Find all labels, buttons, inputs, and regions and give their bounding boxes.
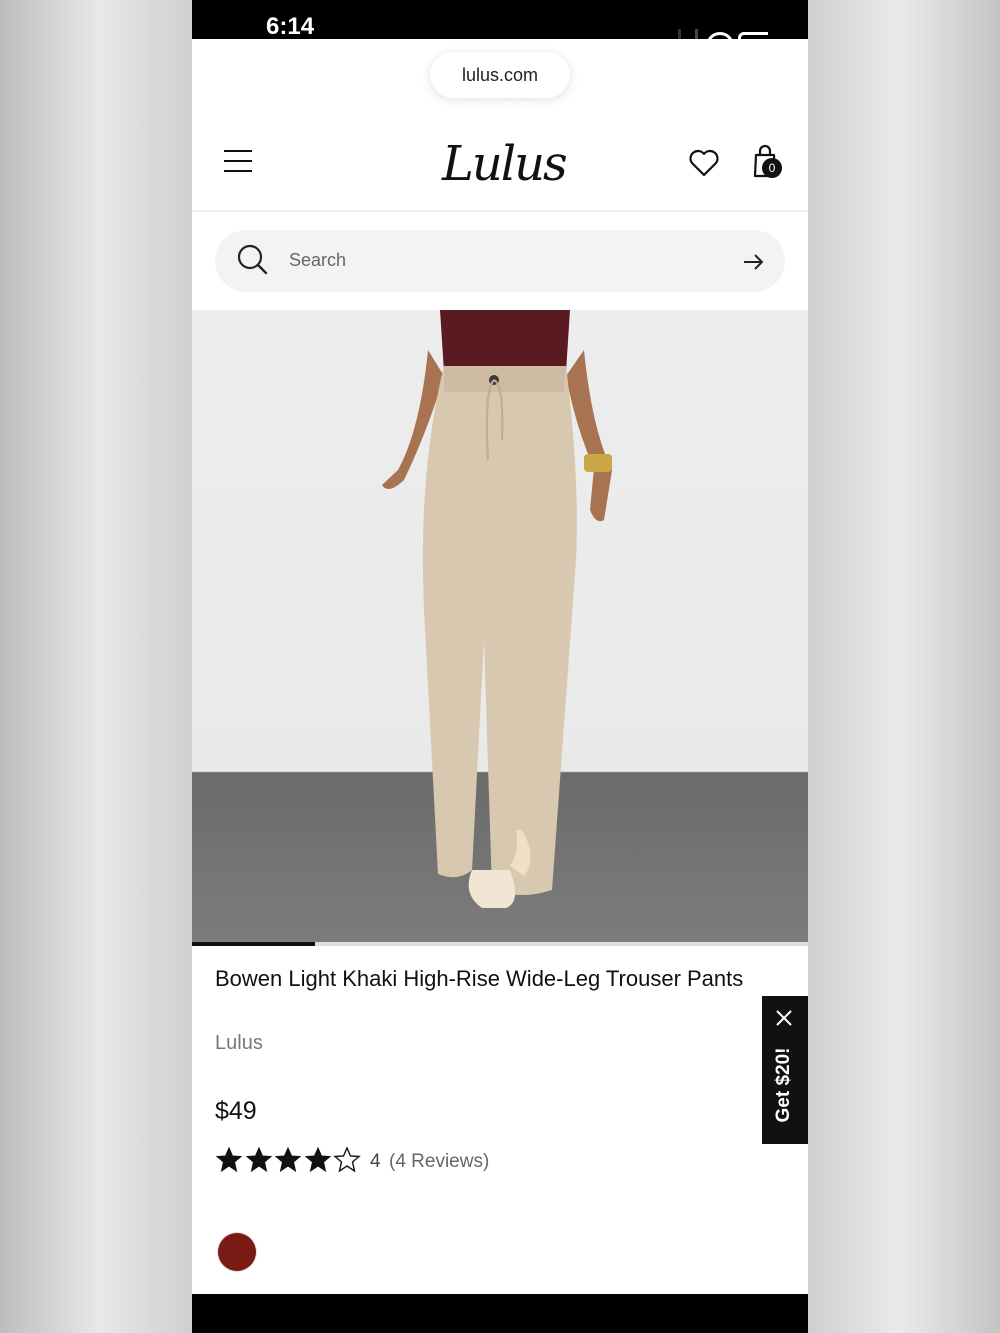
- arrow-right-icon[interactable]: [741, 250, 765, 274]
- search-icon: [237, 244, 268, 275]
- star-icon: [215, 1146, 243, 1173]
- carousel-progress-track: [192, 942, 808, 946]
- wifi-icon: [706, 32, 734, 39]
- status-bar: 6:14: [192, 0, 808, 40]
- header-divider: [192, 210, 808, 212]
- bottom-bar: [192, 1294, 808, 1333]
- phone-screen: 6:14 lulus.com 1 of 3 Lulus 0 Search Bow…: [192, 0, 808, 1333]
- promo-label[interactable]: Get $20!: [773, 1035, 795, 1135]
- product-brand[interactable]: Lulus: [215, 1032, 263, 1055]
- color-swatch[interactable]: [218, 1233, 256, 1271]
- star-icon: [333, 1146, 361, 1173]
- product-title: Bowen Light Khaki High-Rise Wide-Leg Tro…: [215, 966, 744, 991]
- model-photo-illustration: [382, 310, 612, 908]
- search-bar[interactable]: Search: [215, 230, 785, 292]
- reviews-link[interactable]: (4 Reviews): [389, 1151, 489, 1173]
- heart-icon[interactable]: [688, 148, 720, 178]
- product-image[interactable]: [192, 310, 808, 942]
- signal-icon: [678, 29, 698, 39]
- search-input[interactable]: Search: [289, 250, 346, 271]
- status-time: 6:14: [266, 13, 315, 40]
- rating-value: 4: [370, 1151, 381, 1172]
- url-bar[interactable]: lulus.com: [430, 52, 570, 98]
- product-price: $49: [215, 1097, 257, 1125]
- star-icon: [245, 1146, 272, 1173]
- promo-tab[interactable]: Get $20!: [762, 996, 808, 1144]
- star-icon: [304, 1146, 331, 1173]
- cart-count-badge: 0: [762, 158, 782, 178]
- star-icon: [274, 1146, 302, 1173]
- menu-icon[interactable]: [224, 150, 252, 172]
- close-icon[interactable]: [774, 1008, 794, 1028]
- battery-icon: [738, 32, 768, 39]
- status-icons: [678, 26, 768, 39]
- site-logo[interactable]: Lulus: [442, 136, 568, 192]
- carousel-progress-fill: [192, 942, 316, 946]
- site-header: Lulus 0: [192, 120, 808, 210]
